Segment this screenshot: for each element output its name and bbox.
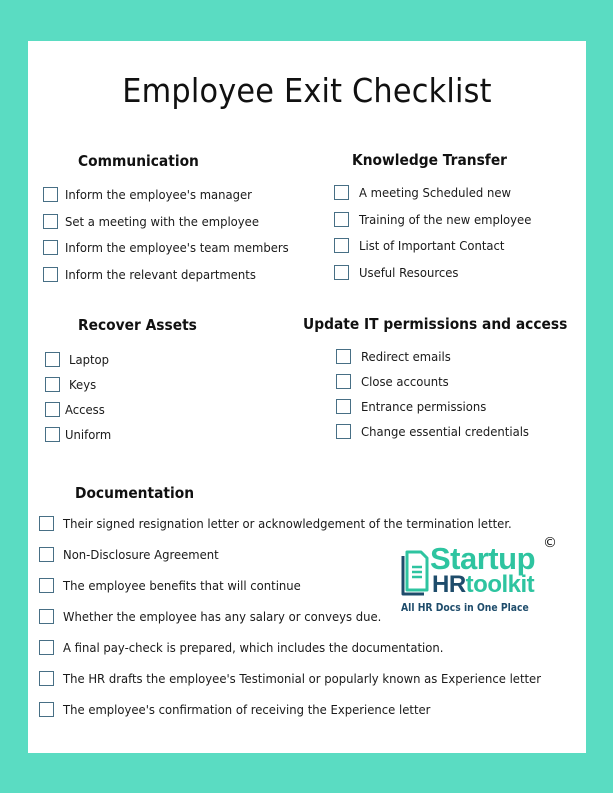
checklist-item: Inform the employee's manager: [43, 186, 306, 203]
checklist-item: A meeting Scheduled new: [334, 184, 544, 201]
checklist-item: Change essential credentials: [336, 423, 542, 440]
checkbox[interactable]: [39, 671, 54, 686]
checklist: Redirect emails Close accounts Entrance …: [336, 348, 542, 448]
section-heading: Communication: [78, 152, 199, 170]
checkbox[interactable]: [39, 547, 54, 562]
checklist-item-label: Set a meeting with the employee: [65, 213, 259, 229]
checklist-item: The employee's confirmation of receiving…: [39, 701, 577, 718]
checkbox[interactable]: [45, 402, 60, 417]
checklist-item-label: The HR drafts the employee's Testimonial…: [63, 671, 542, 686]
checklist-item-label: Their signed resignation letter or ackno…: [63, 516, 512, 531]
checklist-item: Set a meeting with the employee: [43, 213, 306, 230]
checklist-item-label: Inform the relevant departments: [65, 266, 256, 282]
section-heading: Recover Assets: [78, 316, 197, 334]
checklist-item: Inform the relevant departments: [43, 266, 306, 283]
checklist-item-label: The employee benefits that will continue: [63, 578, 301, 593]
checkbox[interactable]: [43, 240, 58, 255]
checklist-item-label: Access: [65, 402, 105, 417]
checkbox[interactable]: [336, 424, 351, 439]
copyright-icon: ©: [543, 535, 557, 551]
section-heading: Documentation: [75, 484, 195, 502]
checklist-item: Entrance permissions: [336, 398, 542, 415]
logo-word-hr: HR: [432, 571, 466, 598]
logo-word-hrtoolkit: HRtoolkit: [432, 571, 535, 598]
checklist-item-label: Training of the new employee: [359, 211, 532, 227]
checklist-item: Laptop: [45, 351, 115, 368]
checkbox[interactable]: [39, 609, 54, 624]
checkbox[interactable]: [39, 702, 54, 717]
checkbox[interactable]: [336, 349, 351, 364]
checkbox[interactable]: [45, 427, 60, 442]
checklist-item: Access: [45, 401, 115, 418]
checklist-item-label: Inform the employee's team members: [65, 240, 289, 255]
checklist-item: Keys: [45, 376, 115, 393]
checklist-item: List of Important Contact: [334, 237, 544, 254]
checklist-item-label: Keys: [69, 377, 97, 392]
checkbox[interactable]: [43, 213, 58, 229]
checklist-item: Redirect emails: [336, 348, 542, 365]
checklist-item-label: Useful Resources: [359, 264, 459, 280]
section-heading: Knowledge Transfer: [352, 151, 507, 169]
checklist-item-label: Uniform: [65, 427, 112, 442]
checkbox[interactable]: [336, 374, 351, 389]
logo-word-startup: Startup: [430, 541, 536, 576]
checklist-item: Inform the employee's team members: [43, 239, 306, 256]
checklist-item-label: Entrance permissions: [361, 399, 487, 414]
checkbox[interactable]: [39, 516, 54, 531]
logo-tagline: All HR Docs in One Place: [401, 602, 529, 614]
section-heading: Update IT permissions and access: [303, 315, 568, 333]
checklist-item: The HR drafts the employee's Testimonial…: [39, 670, 577, 687]
checklist-item-label: Redirect emails: [361, 349, 451, 364]
checkbox[interactable]: [39, 578, 54, 593]
page-title: Employee Exit Checklist: [122, 71, 492, 110]
checklist: A meeting Scheduled new Training of the …: [334, 184, 544, 290]
checklist-item: Training of the new employee: [334, 211, 544, 228]
checklist-item: Useful Resources: [334, 264, 544, 281]
checkbox[interactable]: [334, 211, 349, 227]
logo-word-toolkit: toolkit: [465, 571, 535, 598]
checklist-item-label: Inform the employee's manager: [65, 187, 252, 202]
checklist-item: Uniform: [45, 426, 115, 443]
checklist-item-label: Whether the employee has any salary or c…: [63, 609, 382, 624]
checklist-item-label: Change essential credentials: [361, 424, 529, 439]
checklist-item: Their signed resignation letter or ackno…: [39, 515, 577, 532]
checkbox[interactable]: [45, 352, 60, 367]
checkbox[interactable]: [334, 238, 349, 253]
startup-hr-toolkit-logo: Startup HRtoolkit © All HR Docs in One P…: [400, 535, 570, 623]
checklist-item-label: The employee's confirmation of receiving…: [63, 702, 431, 717]
checkbox[interactable]: [334, 264, 349, 280]
checklist-item-label: Laptop: [69, 352, 110, 367]
checklist-item-label: List of Important Contact: [359, 238, 505, 253]
checkbox[interactable]: [336, 399, 351, 414]
checklist-item: A final pay-check is prepared, which inc…: [39, 639, 577, 656]
checkbox[interactable]: [45, 377, 60, 392]
checklist-item-label: Close accounts: [361, 374, 449, 389]
document-icon: [401, 550, 429, 596]
checkbox[interactable]: [334, 185, 349, 200]
checklist-item: Close accounts: [336, 373, 542, 390]
checklist-item-label: A meeting Scheduled new: [359, 185, 512, 200]
checklist-item-label: Non-Disclosure Agreement: [63, 547, 219, 562]
checkbox[interactable]: [43, 266, 58, 282]
checklist-item-label: A final pay-check is prepared, which inc…: [63, 640, 444, 655]
checkbox[interactable]: [43, 187, 58, 202]
checklist: Inform the employee's manager Set a meet…: [43, 186, 306, 292]
checklist-sheet: Employee Exit Checklist Communication In…: [28, 41, 586, 753]
checkbox[interactable]: [39, 640, 54, 655]
checklist: Laptop Keys Access Uniform: [45, 351, 115, 451]
